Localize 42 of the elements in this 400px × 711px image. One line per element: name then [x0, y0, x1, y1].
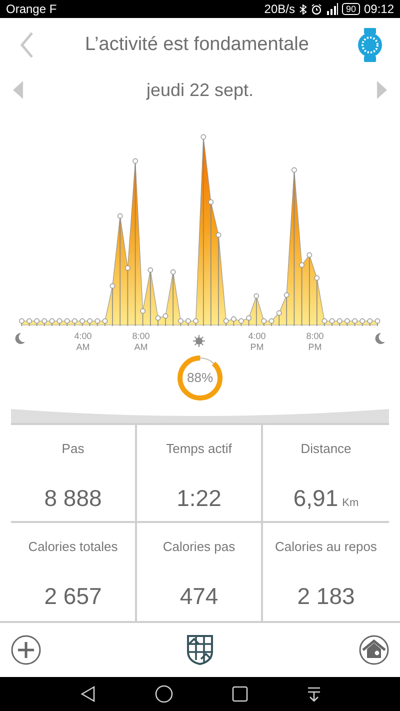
- stat-label: Temps actif: [166, 440, 232, 458]
- stat-value: 2 657: [44, 582, 102, 610]
- home-button[interactable]: [359, 635, 389, 665]
- network-speed: 20B/s: [264, 1, 295, 18]
- watch-button[interactable]: [356, 27, 384, 63]
- goal-percentage: 88%: [186, 369, 214, 388]
- stat-value: 6,91: [293, 484, 338, 512]
- axis-label: 8:00: [306, 331, 324, 342]
- stat-label: Distance: [300, 440, 352, 458]
- alarm-icon: [310, 4, 322, 14]
- home-nav-button[interactable]: [154, 685, 172, 703]
- notifications-button[interactable]: [306, 686, 320, 702]
- moon-icon: [374, 333, 385, 344]
- carrier-name: Orange F: [6, 1, 57, 18]
- recent-apps-button[interactable]: [232, 686, 248, 702]
- stat-value: 474: [180, 582, 218, 610]
- stat-unit: Km: [342, 496, 359, 510]
- axis-label: 4:00: [248, 331, 266, 342]
- stat-label: Pas: [62, 440, 84, 458]
- battery-level: 90: [342, 3, 360, 15]
- stat-label: Calories totales: [28, 538, 118, 556]
- axis-label: PM: [250, 342, 264, 353]
- stat-label: Calories au repos: [275, 538, 377, 556]
- shield-logo-button[interactable]: [187, 635, 213, 665]
- date-label: jeudi 22 sept.: [146, 78, 254, 102]
- axis-label: 8:00: [132, 331, 150, 342]
- bluetooth-icon: [298, 4, 307, 14]
- clock-time: 09:12: [364, 1, 394, 18]
- axis-label: AM: [76, 342, 90, 353]
- stat-label: Calories pas: [162, 538, 236, 556]
- moon-icon: [14, 333, 25, 344]
- screen-title: L’activité est fondamentale: [85, 32, 309, 57]
- signal-icon: [326, 3, 338, 15]
- sun-icon: [193, 335, 205, 347]
- axis-label: AM: [134, 342, 148, 353]
- stat-value: 1:22: [176, 484, 222, 512]
- add-button[interactable]: [11, 635, 41, 665]
- back-nav-button[interactable]: [80, 686, 96, 702]
- stat-value: 2 183: [297, 582, 355, 610]
- stat-value: 8 888: [44, 484, 102, 512]
- axis-label: PM: [308, 342, 322, 353]
- axis-label: 4:00: [74, 331, 92, 342]
